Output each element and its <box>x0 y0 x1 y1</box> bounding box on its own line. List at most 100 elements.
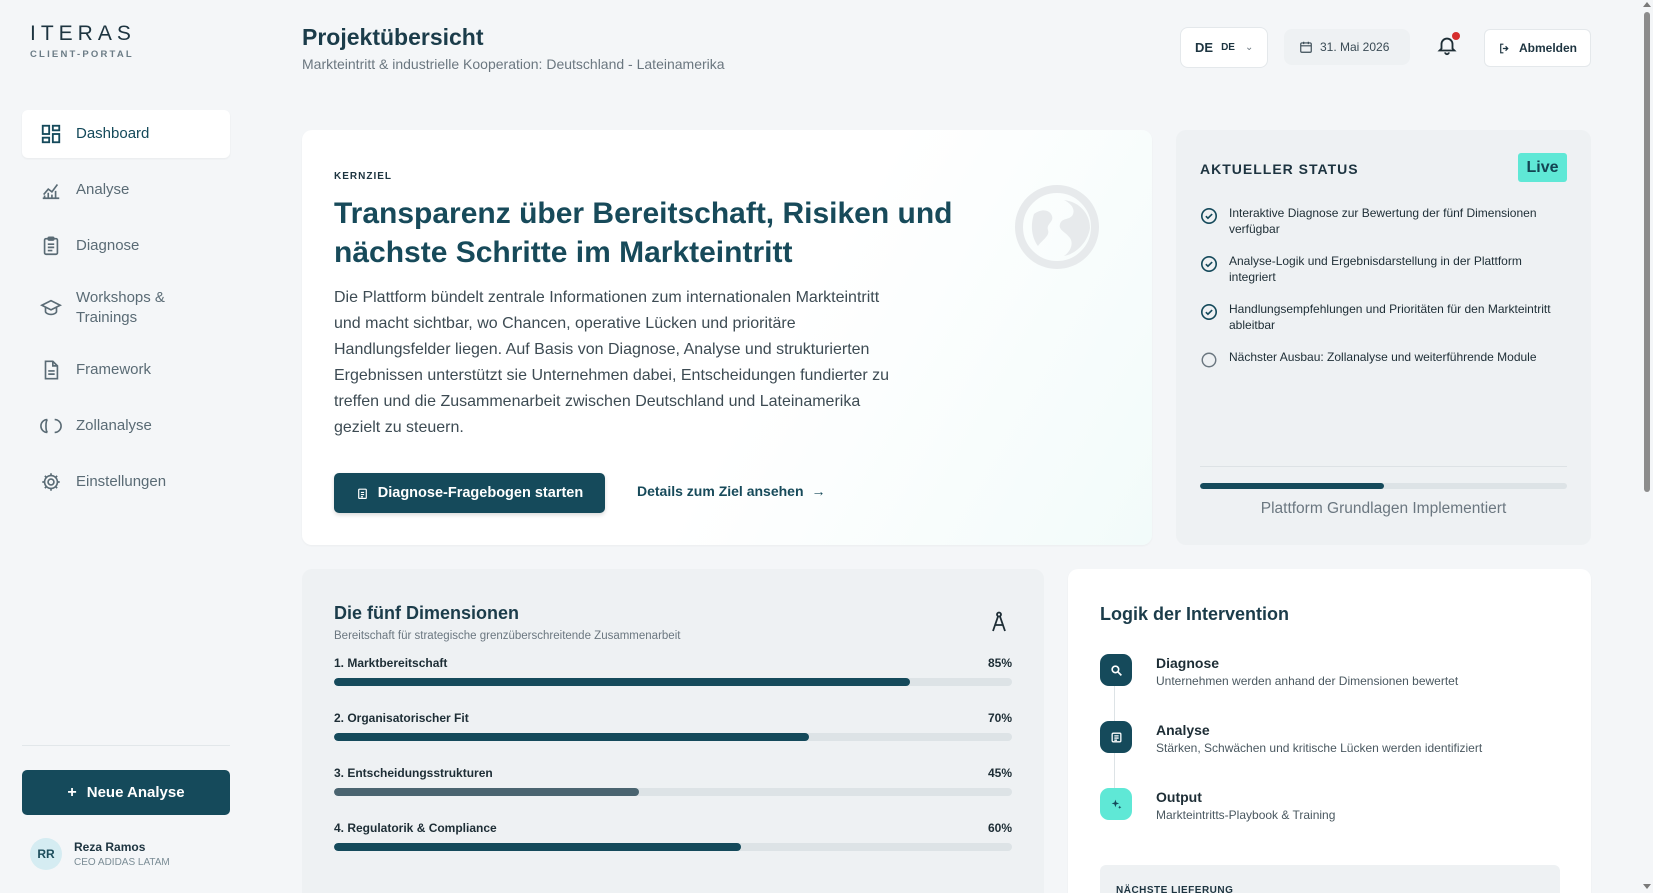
scroll-down-arrow-icon[interactable] <box>1643 884 1651 889</box>
dimension-label: 1. Marktbereitschaft <box>334 656 448 670</box>
arrow-right-icon: → <box>811 483 826 499</box>
status-list: Interaktive Diagnose zur Bewertung der f… <box>1200 205 1570 385</box>
gear-icon <box>40 471 62 493</box>
goal-card: KERNZIEL Transparenz über Bereitschaft, … <box>302 130 1152 545</box>
check-circle-icon <box>1200 207 1218 225</box>
platform-progress-label: Plattform Grundlagen Implementiert <box>1260 500 1507 517</box>
clipboard-icon <box>357 488 367 499</box>
dashboard-icon <box>40 123 62 145</box>
sidebar-item-dashboard[interactable]: Dashboard <box>22 110 230 158</box>
sparkle-icon <box>1100 788 1132 820</box>
page-scrollbar[interactable] <box>1641 0 1653 893</box>
goal-kicker: KERNZIEL <box>334 171 392 182</box>
chevron-down-icon: ⌄ <box>1244 42 1254 53</box>
dimension-bar-fill <box>334 733 809 741</box>
status-item: Nächster Ausbau: Zollanalyse und weiterf… <box>1200 349 1570 369</box>
dimension-label: 3. Entscheidungsstrukturen <box>334 766 493 780</box>
status-item: Handlungsempfehlungen und Prioritäten fü… <box>1200 301 1570 333</box>
step-title: Analyse <box>1156 722 1210 738</box>
step-description: Stärken, Schwächen und kritische Lücken … <box>1156 741 1483 755</box>
dimension-bar <box>334 843 1012 851</box>
sidebar-item-framework[interactable]: Framework <box>22 346 230 394</box>
brand-name: ITERAS <box>30 22 136 45</box>
date-display: 31. Mai 2026 <box>1284 29 1410 65</box>
sidebar-item-label: Workshops & Trainings <box>76 289 165 326</box>
sidebar-item-zollanalyse[interactable]: Zollanalyse <box>22 402 230 450</box>
new-analysis-button[interactable]: + Neue Analyse <box>22 770 230 815</box>
page-subtitle: Markteintritt & industrielle Kooperation… <box>302 56 725 72</box>
dimension-row: 1. Marktbereitschaft 85% <box>334 656 1012 686</box>
user-info: Reza Ramos CEO ADIDAS LATAM <box>74 840 170 868</box>
check-circle-icon <box>1200 303 1218 321</box>
dimension-bar-fill <box>334 678 911 686</box>
sidebar-item-label: Zollanalyse <box>76 417 152 434</box>
logout-button[interactable]: Abmelden <box>1484 29 1591 67</box>
sidebar-item-label: Einstellungen <box>76 473 167 490</box>
goal-description: Die Plattform bündelt zentrale Informati… <box>334 289 890 436</box>
sidebar-item-diagnose[interactable]: Diagnose <box>22 222 230 270</box>
step-description: Markteintritts-Playbook & Training <box>1156 808 1336 822</box>
sidebar-item-label: Diagnose <box>76 237 140 254</box>
dimensions-title: Die fünf Dimensionen <box>334 603 520 623</box>
dimensions-card: Die fünf Dimensionen Bereitschaft für st… <box>302 569 1044 893</box>
document-icon <box>40 359 62 381</box>
start-questionnaire-label: Diagnose-Fragebogen starten <box>377 485 584 501</box>
check-circle-icon <box>1200 255 1218 273</box>
dimension-row: 4. Regulatorik & Compliance 60% <box>334 821 1012 851</box>
sidebar-divider <box>22 745 230 746</box>
dimension-label: 4. Regulatorik & Compliance <box>334 821 497 835</box>
avatar: RR <box>30 838 62 870</box>
status-title: AKTUELLER STATUS <box>1200 161 1359 177</box>
goal-title: Transparenz über Bereitschaft, Risiken u… <box>334 197 953 269</box>
dimension-row: 2. Organisatorischer Fit 70% <box>334 711 1012 741</box>
sidebar-item-einstellungen[interactable]: Einstellungen <box>22 458 230 506</box>
globe-icon <box>1015 185 1099 269</box>
sidebar-item-label: Dashboard <box>76 125 150 142</box>
graduation-cap-icon <box>40 297 62 319</box>
scroll-up-arrow-icon[interactable] <box>1643 2 1651 7</box>
plus-icon: + <box>67 783 77 801</box>
goal-details-link[interactable]: Details zum Ziel ansehen → <box>637 483 826 499</box>
sidebar: ITERAS CLIENT-PORTAL Dashboard Analyse D… <box>0 0 252 893</box>
new-analysis-label: Neue Analyse <box>86 784 185 801</box>
status-item-text: Handlungsempfehlungen und Prioritäten fü… <box>1229 302 1551 332</box>
page-title: Projektübersicht <box>302 24 484 50</box>
clipboard-icon <box>40 235 62 257</box>
logic-title: Logik der Intervention <box>1100 604 1290 624</box>
calendar-icon <box>1300 41 1312 53</box>
start-questionnaire-button[interactable]: Diagnose-Fragebogen starten <box>334 473 605 513</box>
next-delivery-box: NÄCHSTE LIEFERUNG <box>1100 865 1560 893</box>
logout-label: Abmelden <box>1518 41 1577 55</box>
brand-logo[interactable]: ITERAS CLIENT-PORTAL <box>30 22 136 60</box>
sidebar-item-label: Framework <box>76 361 152 378</box>
brand-subtitle: CLIENT-PORTAL <box>30 49 134 60</box>
sidebar-item-workshops[interactable]: Workshops & Trainings <box>22 278 230 338</box>
status-item-text: Nächster Ausbau: Zollanalyse und weiterf… <box>1229 350 1537 364</box>
dimension-bar-fill <box>334 788 640 796</box>
dimension-label: 2. Organisatorischer Fit <box>334 711 469 725</box>
step-description: Unternehmen werden anhand der Dimensione… <box>1156 674 1459 688</box>
language-primary: DE <box>1195 40 1214 55</box>
dimension-value: 70% <box>987 711 1012 725</box>
status-card: AKTUELLER STATUS Live Interaktive Diagno… <box>1176 130 1591 545</box>
dimension-bar <box>334 788 1012 796</box>
report-icon <box>1100 721 1132 753</box>
dimension-bar <box>334 733 1012 741</box>
scrollbar-thumb[interactable] <box>1644 12 1650 492</box>
loop-icon <box>40 415 62 437</box>
dimension-value: 85% <box>987 656 1012 670</box>
language-select[interactable]: DE DE ⌄ <box>1180 27 1268 68</box>
sidebar-item-analyse[interactable]: Analyse <box>22 166 230 214</box>
search-icon <box>1100 654 1132 686</box>
dimension-row: 3. Entscheidungsstrukturen 45% <box>334 766 1012 796</box>
status-item: Analyse-Logik und Ergebnisdarstellung in… <box>1200 253 1570 285</box>
status-item: Interaktive Diagnose zur Bewertung der f… <box>1200 205 1570 237</box>
step-title: Diagnose <box>1156 655 1220 671</box>
empty-circle-icon <box>1201 352 1217 368</box>
status-item-text: Interaktive Diagnose zur Bewertung der f… <box>1229 206 1537 236</box>
sidebar-nav: Dashboard Analyse Diagnose Workshops & T… <box>22 110 230 514</box>
dimension-bar <box>334 678 1012 686</box>
user-profile[interactable]: RR Reza Ramos CEO ADIDAS LATAM <box>30 838 170 870</box>
dimension-bar-fill <box>334 843 741 851</box>
dimension-value: 60% <box>987 821 1012 835</box>
